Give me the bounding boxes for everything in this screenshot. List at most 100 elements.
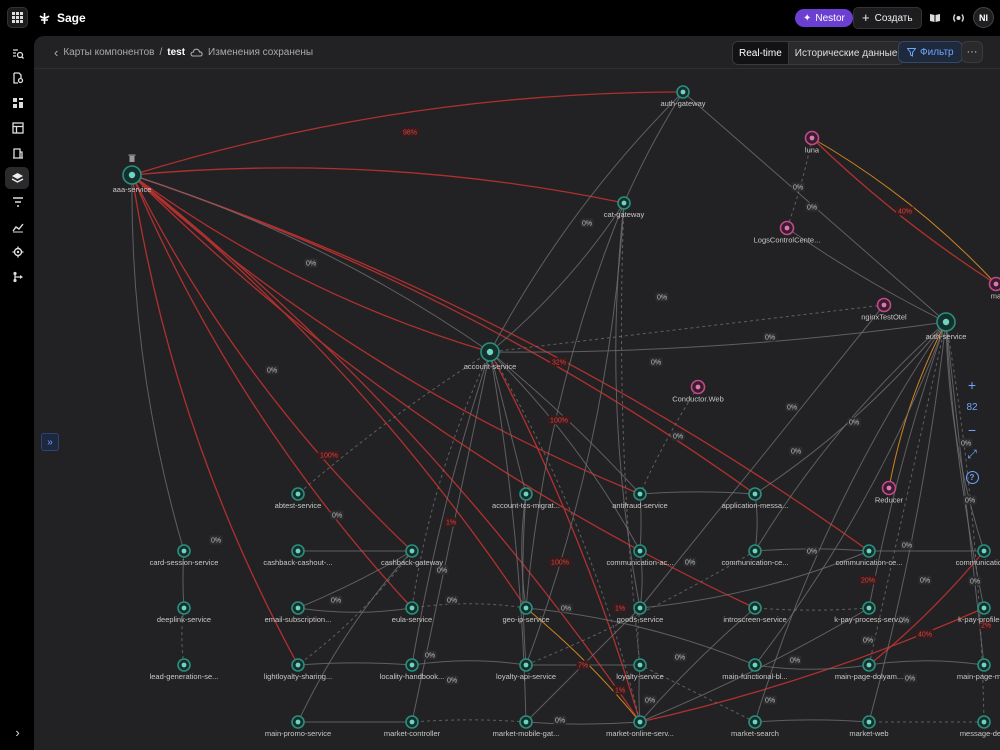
edge-gray[interactable]	[754, 321, 947, 552]
graph-canvas[interactable]: 98% 0% 0% 0% 40% 0% 0% 0% 0% 0% 32% 0% 0% 100% 0% 0% 100…	[34, 69, 1000, 750]
docs-button[interactable]	[926, 9, 944, 27]
edge-gray[interactable]	[623, 91, 684, 204]
edge-gray[interactable]	[868, 660, 985, 666]
edge-gray[interactable]	[297, 662, 413, 666]
edge-gray[interactable]	[754, 321, 947, 666]
filter-button[interactable]: Фильтр	[898, 41, 963, 63]
service-node[interactable]: market-online-serv...	[606, 715, 674, 738]
edge-gray[interactable]	[297, 550, 413, 723]
edge-red[interactable]	[131, 167, 625, 204]
service-node[interactable]: nginxTestOtel	[861, 297, 907, 322]
sidebar-item-table[interactable]	[9, 119, 26, 136]
edge-gray[interactable]	[411, 603, 527, 609]
edge-red[interactable]	[131, 174, 299, 666]
edge-gray[interactable]	[525, 202, 625, 609]
edge-gray[interactable]	[411, 351, 491, 723]
broadcast-button[interactable]	[949, 9, 967, 27]
more-button[interactable]: ···	[961, 41, 983, 63]
edge-gray[interactable]	[945, 321, 985, 666]
edge-gray[interactable]	[297, 550, 413, 666]
service-node[interactable]: communication-ac...	[606, 544, 674, 567]
service-node[interactable]: k-pay-process-serv...	[834, 601, 904, 624]
edge-gray[interactable]	[868, 321, 947, 666]
service-node[interactable]: application-messa...	[722, 487, 789, 510]
apps-grid-button[interactable]	[7, 7, 28, 28]
expand-panel-button[interactable]: »	[41, 433, 59, 451]
edge-gray[interactable]	[411, 660, 527, 666]
service-node[interactable]: market-web	[849, 715, 889, 738]
edge-gray[interactable]	[411, 719, 527, 723]
edge-gray[interactable]	[525, 202, 625, 666]
service-node[interactable]: communication...	[956, 544, 1000, 567]
edge-gray[interactable]	[639, 607, 756, 723]
service-node[interactable]: LogsControlCente...	[754, 220, 821, 245]
service-node[interactable]: cashback-cashout-...	[263, 544, 333, 567]
sidebar-item-search[interactable]	[9, 45, 26, 62]
service-node[interactable]: deeplink-service	[157, 601, 211, 624]
fit-view-button[interactable]: ⤢	[967, 447, 977, 462]
edge-gray[interactable]	[639, 491, 756, 495]
edge-gray[interactable]	[754, 719, 870, 723]
historical-tab[interactable]: Исторические данные	[788, 42, 904, 64]
edge-red[interactable]	[131, 174, 756, 495]
app-logo[interactable]: Sage	[38, 9, 86, 27]
edge-red[interactable]	[131, 174, 756, 609]
edge-gray[interactable]	[489, 321, 947, 353]
create-button[interactable]: + Создать	[853, 7, 922, 29]
edge-gray[interactable]	[754, 607, 870, 611]
service-node[interactable]: Conductor.Web	[672, 379, 724, 404]
service-node[interactable]: lead-generation-se...	[150, 658, 219, 681]
help-button[interactable]: ?	[965, 471, 979, 484]
service-graph[interactable]: 98% 0% 0% 0% 40% 0% 0% 0% 0% 0% 32% 0% 0% 100% 0% 0% 100…	[34, 69, 1000, 750]
edge-red[interactable]	[639, 607, 985, 723]
service-node[interactable]: market-mobile-gat...	[493, 715, 560, 738]
service-node[interactable]: lightloyalty-sharing...	[264, 658, 332, 681]
user-avatar[interactable]: NI	[973, 7, 994, 28]
edge-gray[interactable]	[525, 721, 641, 725]
edge-red[interactable]	[131, 174, 641, 723]
edge-gray[interactable]	[489, 351, 641, 723]
sidebar-item-flows[interactable]	[9, 268, 26, 285]
service-node[interactable]: market-controller	[384, 715, 441, 738]
service-node[interactable]: eula-service	[392, 601, 432, 624]
sidebar-expand-button[interactable]: ›	[9, 724, 26, 741]
sidebar-item-trends[interactable]	[9, 218, 26, 235]
service-node[interactable]: k-pay-profile-se	[958, 601, 1000, 624]
sidebar-item-settings[interactable]	[9, 243, 26, 260]
service-node[interactable]: communication-ce...	[835, 544, 903, 567]
edge-red[interactable]	[131, 174, 641, 495]
breadcrumb-parent[interactable]: Карты компонентов	[63, 47, 154, 58]
service-node[interactable]: account-service	[464, 342, 517, 371]
zoom-out-button[interactable]: −	[968, 422, 976, 438]
nestor-button[interactable]: ✦ Nestor	[795, 9, 853, 27]
service-node[interactable]: communication-ce...	[721, 544, 789, 567]
service-node[interactable]: card-session-service	[150, 544, 219, 567]
service-node[interactable]: auth-gateway	[660, 85, 706, 108]
service-node[interactable]: main-promo-service	[265, 715, 331, 738]
service-node[interactable]: message-deliv	[960, 715, 1000, 738]
edge-gray[interactable]	[489, 304, 885, 353]
service-node[interactable]: Reducer	[875, 480, 904, 505]
sidebar-item-building[interactable]	[9, 144, 26, 161]
sidebar-item-dashboard[interactable]	[9, 94, 26, 111]
edge-gray[interactable]	[489, 202, 625, 353]
service-node[interactable]: ma	[988, 276, 1000, 301]
service-node[interactable]: antifraud-service	[612, 487, 668, 510]
service-node[interactable]: auth-service	[926, 312, 967, 341]
zoom-in-button[interactable]: +	[968, 377, 976, 393]
realtime-tab[interactable]: Real-time	[733, 42, 789, 64]
edge-gray[interactable]	[411, 351, 491, 609]
edge-gray[interactable]	[297, 607, 413, 613]
service-node[interactable]: email-subscription...	[265, 601, 332, 624]
service-node[interactable]: main-functional-bl...	[722, 658, 788, 681]
delete-node-icon[interactable]	[128, 154, 136, 163]
edge-red[interactable]	[489, 351, 641, 723]
back-chevron-icon[interactable]: ‹	[54, 45, 58, 60]
sidebar-item-component-map[interactable]	[5, 167, 29, 189]
service-node[interactable]: geo-ip-service	[502, 601, 550, 624]
service-node[interactable]: market-search	[731, 715, 779, 738]
edge-gray[interactable]	[297, 351, 491, 495]
service-node[interactable]: introscreen-service	[723, 601, 787, 624]
sidebar-item-filters[interactable]	[9, 193, 26, 210]
edge-red[interactable]	[131, 174, 527, 609]
